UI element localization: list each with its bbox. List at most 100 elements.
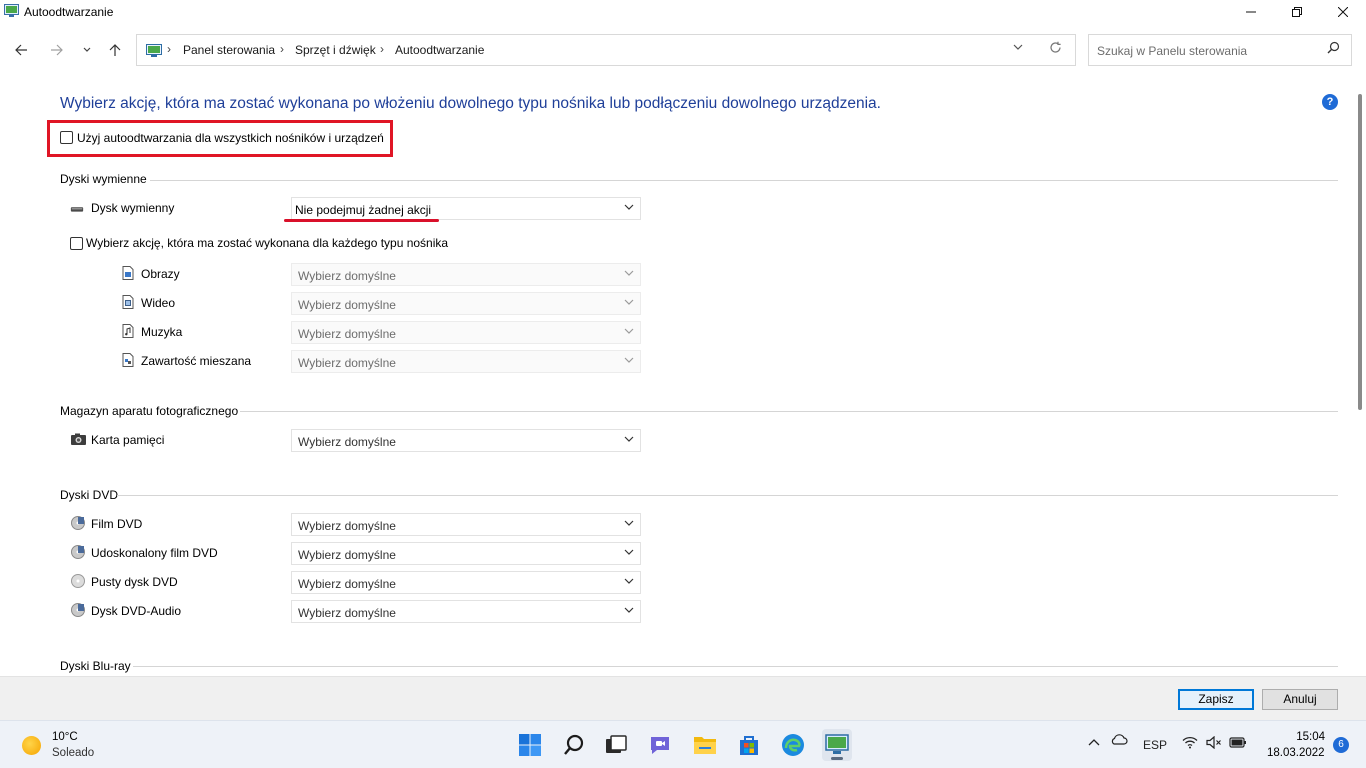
breadcrumb-hardware-sound[interactable]: Sprzęt i dźwięk <box>295 43 376 57</box>
chevron-down-icon <box>624 549 634 555</box>
use-autoplay-label[interactable]: Użyj autoodtwarzania dla wszystkich nośn… <box>77 131 384 145</box>
help-icon[interactable]: ? <box>1322 94 1338 110</box>
camera-item-label: Karta pamięci <box>91 433 165 447</box>
dvd-item-value: Wybierz domyślne <box>298 606 396 620</box>
media-type-select[interactable]: Wybierz domyślne <box>291 263 641 286</box>
task-view-icon <box>606 735 627 753</box>
chevron-down-icon <box>624 578 634 584</box>
breadcrumb-separator-icon: › <box>280 42 284 56</box>
cancel-button[interactable]: Anuluj <box>1262 689 1338 710</box>
dvd-audio-icon <box>71 603 85 617</box>
breadcrumb-control-panel[interactable]: Panel sterowania <box>183 43 275 57</box>
chevron-down-icon <box>1013 44 1023 50</box>
breadcrumb-autoplay[interactable]: Autoodtwarzanie <box>395 43 484 57</box>
close-button[interactable] <box>1320 0 1366 24</box>
chat-button[interactable] <box>645 729 675 761</box>
dvd-item-value: Wybierz domyślne <box>298 519 396 533</box>
weather-temperature[interactable]: 10°C <box>52 731 78 743</box>
volume-muted-icon <box>1206 735 1221 750</box>
control-panel-taskbar-button[interactable] <box>822 729 852 761</box>
camera-item-select[interactable]: Wybierz domyślne <box>291 429 641 452</box>
chevron-down-icon <box>624 520 634 526</box>
video-file-icon <box>122 295 134 309</box>
file-explorer-icon <box>694 737 716 754</box>
picture-file-icon <box>122 266 134 280</box>
task-view-button[interactable] <box>601 729 631 761</box>
battery-button[interactable] <box>1229 735 1247 752</box>
onedrive-button[interactable] <box>1110 733 1128 748</box>
show-hidden-icons-button[interactable] <box>1088 735 1100 749</box>
restore-icon <box>1292 7 1302 17</box>
window-title: Autoodtwarzanie <box>24 5 114 19</box>
main-content: Wybierz akcję, która ma zostać wykonana … <box>0 76 1355 676</box>
language-indicator[interactable]: ESP <box>1143 738 1167 752</box>
sun-icon[interactable] <box>22 736 41 755</box>
battery-charging-icon <box>1229 737 1246 748</box>
start-button[interactable] <box>515 729 545 761</box>
up-button[interactable] <box>104 39 126 61</box>
blank-disc-icon <box>71 574 85 588</box>
dvd-video-icon <box>71 516 85 530</box>
media-type-select[interactable]: Wybierz domyślne <box>291 292 641 315</box>
active-app-indicator <box>831 757 843 760</box>
per-type-checkbox[interactable] <box>70 237 83 250</box>
dvd-item-select[interactable]: Wybierz domyślne <box>291 513 641 536</box>
use-autoplay-checkbox[interactable] <box>60 131 73 144</box>
chevron-up-icon <box>1088 739 1100 746</box>
vertical-scrollbar[interactable] <box>1355 76 1366 676</box>
forward-button[interactable] <box>45 39 67 61</box>
dvd-item-label: Dysk DVD-Audio <box>91 604 182 618</box>
close-icon <box>1338 7 1348 17</box>
media-type-label: Wideo <box>141 296 176 310</box>
chevron-down-icon <box>624 436 634 442</box>
refresh-icon <box>1050 41 1061 53</box>
title-bar: Autoodtwarzanie <box>0 0 1366 24</box>
dvd-item-select[interactable]: Wybierz domyślne <box>291 600 641 623</box>
dvd-item-value: Wybierz domyślne <box>298 548 396 562</box>
wifi-button[interactable] <box>1182 736 1198 752</box>
media-type-select[interactable]: Wybierz domyślne <box>291 350 641 373</box>
scrollbar-thumb[interactable] <box>1358 94 1362 410</box>
address-bar[interactable]: › Panel sterowania › Sprzęt i dźwięk › A… <box>136 34 1076 66</box>
volume-button[interactable] <box>1206 735 1222 752</box>
minimize-icon <box>1246 11 1256 13</box>
save-button[interactable]: Zapisz <box>1178 689 1254 710</box>
dvd-item-select[interactable]: Wybierz domyślne <box>291 571 641 594</box>
back-button[interactable] <box>10 39 32 61</box>
edge-icon <box>782 734 804 756</box>
search-icon[interactable] <box>1327 41 1340 57</box>
media-type-value: Wybierz domyślne <box>298 327 396 341</box>
removable-drive-select[interactable]: Nie podejmuj żadnej akcji <box>291 197 641 220</box>
notification-badge[interactable]: 6 <box>1333 737 1349 753</box>
chevron-down-icon <box>83 47 91 52</box>
clock-time[interactable]: 15:04 <box>1293 731 1325 743</box>
chevron-down-icon <box>624 328 634 334</box>
clock-date[interactable]: 18.03.2022 <box>1267 747 1325 759</box>
restore-button[interactable] <box>1274 0 1320 24</box>
media-type-select[interactable]: Wybierz domyślne <box>291 321 641 344</box>
taskbar-search-button[interactable] <box>559 729 589 761</box>
wifi-icon <box>1182 736 1198 749</box>
media-type-value: Wybierz domyślne <box>298 269 396 283</box>
dvd-video-icon <box>71 545 85 559</box>
recent-locations-button[interactable] <box>76 39 98 61</box>
dvd-item-label: Udoskonalony film DVD <box>91 546 218 560</box>
section-bluray: Dyski Blu-ray <box>60 659 135 673</box>
chevron-down-icon <box>624 607 634 613</box>
weather-description[interactable]: Soleado <box>52 747 94 759</box>
chevron-down-icon <box>624 299 634 305</box>
minimize-button[interactable] <box>1228 0 1274 24</box>
address-dropdown-button[interactable] <box>1013 42 1023 53</box>
search-input[interactable]: Szukaj w Panelu sterowania <box>1088 34 1352 66</box>
per-type-label[interactable]: Wybierz akcję, która ma zostać wykonana … <box>86 236 448 250</box>
refresh-button[interactable] <box>1049 41 1062 57</box>
edge-button[interactable] <box>778 729 808 761</box>
dvd-item-label: Film DVD <box>91 517 143 531</box>
media-type-label: Muzyka <box>141 325 183 339</box>
dvd-item-select[interactable]: Wybierz domyślne <box>291 542 641 565</box>
removable-drive-value: Nie podejmuj żadnej akcji <box>295 203 432 217</box>
file-explorer-button[interactable] <box>690 729 720 761</box>
store-button[interactable] <box>734 729 764 761</box>
media-type-value: Wybierz domyślne <box>298 298 396 312</box>
chevron-down-icon <box>624 204 634 210</box>
